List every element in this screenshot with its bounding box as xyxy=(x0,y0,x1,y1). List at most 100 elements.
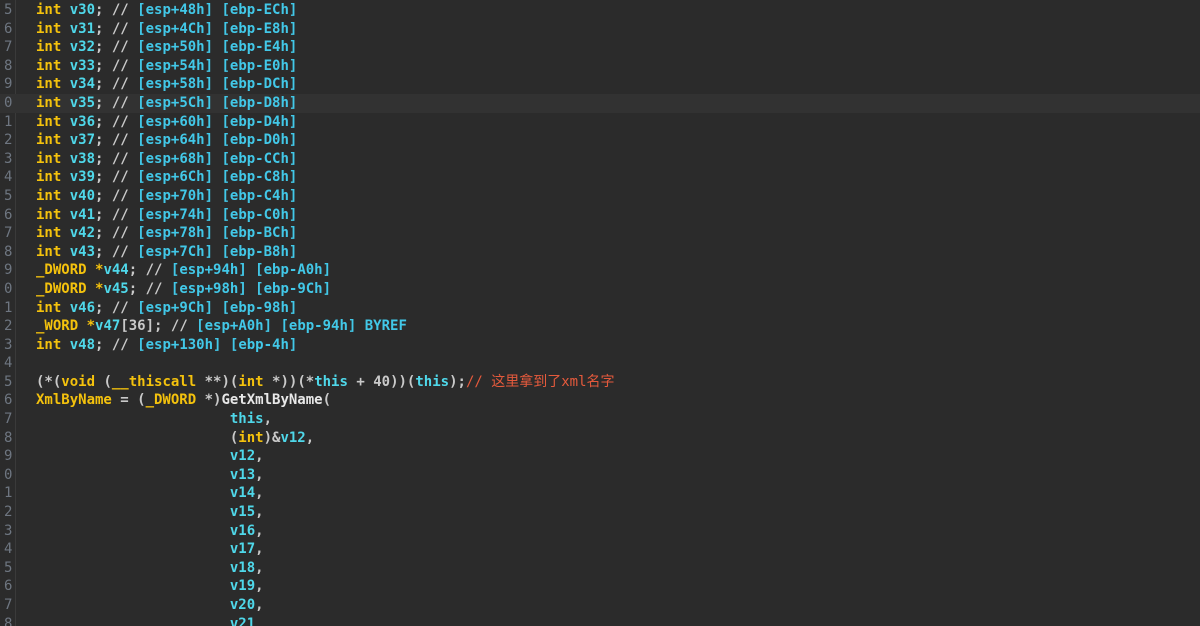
keyword-token: void xyxy=(61,373,96,390)
code-text[interactable]: int v38; // [esp+68h] [ebp-CCh] xyxy=(36,150,297,169)
code-text[interactable]: int v40; // [esp+70h] [ebp-C4h] xyxy=(36,187,297,206)
code-line[interactable]: 1 int v36; // [esp+60h] [ebp-D4h] xyxy=(0,113,1200,132)
code-text[interactable]: int v36; // [esp+60h] [ebp-D4h] xyxy=(36,113,297,132)
identifier-token: v21 xyxy=(229,615,256,626)
code-line[interactable]: 2 v15, xyxy=(0,503,1200,522)
punctuation-token: **)( xyxy=(196,373,239,390)
code-text[interactable]: int v32; // [esp+50h] [ebp-E4h] xyxy=(36,38,297,57)
code-line[interactable]: 6 XmlByName = (_DWORD *)GetXmlByName( xyxy=(0,391,1200,410)
punctuation-token xyxy=(36,504,230,520)
code-line[interactable]: 7 int v32; // [esp+50h] [ebp-E4h] xyxy=(0,38,1200,57)
code-line[interactable]: 2 _WORD *v47[36]; // [esp+A0h] [ebp-94h] … xyxy=(0,317,1200,336)
code-text[interactable]: v17, xyxy=(36,540,264,559)
code-line[interactable]: 7 int v42; // [esp+78h] [ebp-BCh] xyxy=(0,224,1200,243)
code-text[interactable]: int v34; // [esp+58h] [ebp-DCh] xyxy=(36,75,297,94)
line-number: 3 xyxy=(4,336,13,353)
stack-offset-comment: [esp+7Ch] [ebp-B8h] xyxy=(137,243,298,260)
code-text[interactable]: _DWORD *v44; // [esp+94h] [ebp-A0h] xyxy=(36,261,331,280)
line-number: 5 xyxy=(4,187,13,204)
code-line[interactable]: 5 int v40; // [esp+70h] [ebp-C4h] xyxy=(0,187,1200,206)
code-line[interactable]: 8 v21 xyxy=(0,615,1200,626)
code-text[interactable]: v20, xyxy=(36,596,264,615)
code-line[interactable]: 4 int v39; // [esp+6Ch] [ebp-C8h] xyxy=(0,168,1200,187)
line-number: 3 xyxy=(4,150,13,167)
code-text[interactable]: v13, xyxy=(36,466,264,485)
line-number: 7 xyxy=(4,225,13,242)
code-text[interactable]: int v48; // [esp+130h] [ebp-4h] xyxy=(36,336,297,355)
code-line[interactable]: 5 int v30; // [esp+48h] [ebp-ECh] xyxy=(0,1,1200,20)
code-text[interactable]: _WORD *v47[36]; // [esp+A0h] [ebp-94h] B… xyxy=(36,317,407,336)
code-line[interactable]: 6 int v41; // [esp+74h] [ebp-C0h] xyxy=(0,206,1200,225)
code-text[interactable]: int v30; // [esp+48h] [ebp-ECh] xyxy=(36,1,297,20)
stack-offset-comment: [esp+48h] [ebp-ECh] xyxy=(137,2,298,18)
code-line[interactable]: 5 v18, xyxy=(0,559,1200,578)
code-line[interactable]: 1 v14, xyxy=(0,484,1200,503)
code-text[interactable]: int v37; // [esp+64h] [ebp-D0h] xyxy=(36,131,297,150)
code-line[interactable]: 0 _DWORD *v45; // [esp+98h] [ebp-9Ch] xyxy=(0,280,1200,299)
code-line[interactable]: 4 v17, xyxy=(0,540,1200,559)
code-text[interactable]: int v46; // [esp+9Ch] [ebp-98h] xyxy=(36,299,297,318)
code-line[interactable]: 9 int v34; // [esp+58h] [ebp-DCh] xyxy=(0,75,1200,94)
code-line[interactable]: 8 (int)&v12, xyxy=(0,429,1200,448)
identifier-token: v44 xyxy=(103,262,129,279)
code-text[interactable]: int v31; // [esp+4Ch] [ebp-E8h] xyxy=(36,20,297,39)
identifier-token: v17 xyxy=(229,541,256,558)
code-line[interactable]: 2 int v37; // [esp+64h] [ebp-D0h] xyxy=(0,131,1200,150)
line-number: 9 xyxy=(4,448,13,465)
code-line[interactable]: 3 v16, xyxy=(0,522,1200,541)
code-line[interactable]: 9 v12, xyxy=(0,447,1200,466)
code-text[interactable]: v19, xyxy=(36,577,264,596)
identifier-token: v32 xyxy=(69,39,96,56)
code-line[interactable]: 7 v20, xyxy=(0,596,1200,615)
code-text[interactable]: v12, xyxy=(36,447,264,466)
line-number: 7 xyxy=(4,411,13,428)
pseudocode-editor[interactable]: 5 int v30; // [esp+48h] [ebp-ECh] 6 int v31… xyxy=(0,0,1200,626)
line-number: 5 xyxy=(4,2,13,18)
code-text[interactable]: int v42; // [esp+78h] [ebp-BCh] xyxy=(36,224,297,243)
code-line[interactable]: 4 xyxy=(0,354,1200,373)
code-line[interactable]: 5 (*(void (__thiscall **)(int *))(*this +… xyxy=(0,373,1200,392)
stack-offset-comment: [esp+5Ch] [ebp-D8h] xyxy=(137,94,298,111)
code-text[interactable]: v18, xyxy=(36,559,264,578)
keyword-token: int xyxy=(36,2,70,18)
keyword-token: int xyxy=(36,94,70,111)
code-text[interactable]: v21 xyxy=(36,615,255,626)
line-number: 4 xyxy=(4,541,13,558)
punctuation-token: ); xyxy=(449,373,466,390)
punctuation-token xyxy=(36,541,230,557)
code-text[interactable]: this, xyxy=(36,410,272,429)
line-number: 1 xyxy=(4,299,13,316)
code-line[interactable]: 0 v13, xyxy=(0,466,1200,485)
punctuation-token: ; // xyxy=(128,280,171,297)
code-text[interactable]: int v41; // [esp+74h] [ebp-C0h] xyxy=(36,206,297,225)
code-text[interactable]: int v43; // [esp+7Ch] [ebp-B8h] xyxy=(36,243,297,262)
code-text[interactable]: v16, xyxy=(36,522,264,541)
code-text[interactable]: (*(void (__thiscall **)(int *))(*this + … xyxy=(36,373,615,392)
code-text[interactable]: v15, xyxy=(36,503,264,522)
code-text[interactable]: int v35; // [esp+5Ch] [ebp-D8h] xyxy=(36,94,297,113)
stack-offset-comment: [esp+98h] [ebp-9Ch] xyxy=(170,280,332,297)
identifier-token: v39 xyxy=(69,169,96,186)
code-text[interactable]: int v39; // [esp+6Ch] [ebp-C8h] xyxy=(36,168,297,187)
code-line[interactable]: 9 _DWORD *v44; // [esp+94h] [ebp-A0h] xyxy=(0,261,1200,280)
code-text[interactable]: (int)&v12, xyxy=(36,429,314,448)
punctuation-token: ; // xyxy=(95,336,138,353)
punctuation-token: [36]; // xyxy=(120,318,197,335)
stack-offset-comment: [esp+54h] [ebp-E0h] xyxy=(137,57,298,74)
code-line[interactable]: 3 int v38; // [esp+68h] [ebp-CCh] xyxy=(0,150,1200,169)
code-line[interactable]: 6 v19, xyxy=(0,577,1200,596)
stack-offset-comment: [esp+50h] [ebp-E4h] xyxy=(137,39,298,56)
code-line[interactable]: 6 int v31; // [esp+4Ch] [ebp-E8h] xyxy=(0,20,1200,39)
code-line[interactable]: 7 this, xyxy=(0,410,1200,429)
code-line[interactable]: 1 int v46; // [esp+9Ch] [ebp-98h] xyxy=(0,299,1200,318)
stack-offset-comment: [esp+9Ch] [ebp-98h] xyxy=(137,299,298,316)
line-number: 1 xyxy=(4,485,13,502)
code-text[interactable]: XmlByName = (_DWORD *)GetXmlByName( xyxy=(36,391,331,410)
code-line[interactable]: 3 int v48; // [esp+130h] [ebp-4h] xyxy=(0,336,1200,355)
code-line[interactable]: 0 int v35; // [esp+5Ch] [ebp-D8h] xyxy=(0,93,1200,113)
code-line[interactable]: 8 int v43; // [esp+7Ch] [ebp-B8h] xyxy=(0,243,1200,262)
code-text[interactable]: v14, xyxy=(36,484,264,503)
code-text[interactable]: _DWORD *v45; // [esp+98h] [ebp-9Ch] xyxy=(36,280,331,299)
code-line[interactable]: 8 int v33; // [esp+54h] [ebp-E0h] xyxy=(0,57,1200,76)
code-text[interactable]: int v33; // [esp+54h] [ebp-E0h] xyxy=(36,57,297,76)
